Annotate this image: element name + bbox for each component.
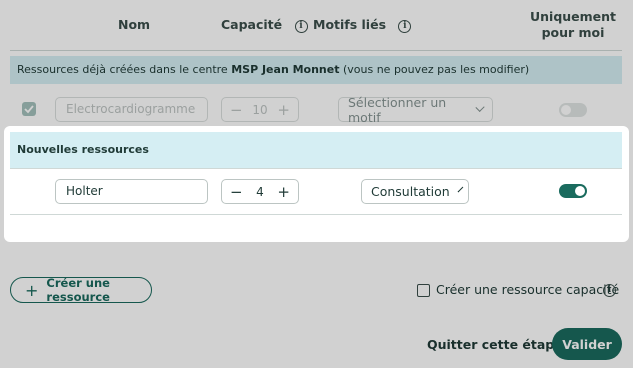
minus-icon[interactable]: −: [230, 183, 243, 201]
new-resources-card: Nouvelles ressources Holter − 4 + Consul…: [4, 126, 629, 242]
divider: [10, 168, 622, 169]
new-reason-value: Consultation: [371, 184, 450, 199]
new-only-me-toggle[interactable]: [559, 184, 587, 198]
new-resource-name-field[interactable]: Holter: [55, 179, 208, 204]
toggle-knob: [575, 186, 585, 196]
divider: [10, 214, 622, 215]
new-resource-reason-select[interactable]: Consultation: [361, 179, 469, 204]
new-capacity-value[interactable]: 4: [256, 185, 264, 199]
plus-icon[interactable]: +: [277, 183, 290, 201]
new-resources-banner: Nouvelles ressources: [10, 132, 622, 168]
chevron-down-icon: [457, 186, 464, 193]
new-resource-capacity-stepper: − 4 +: [221, 179, 299, 204]
